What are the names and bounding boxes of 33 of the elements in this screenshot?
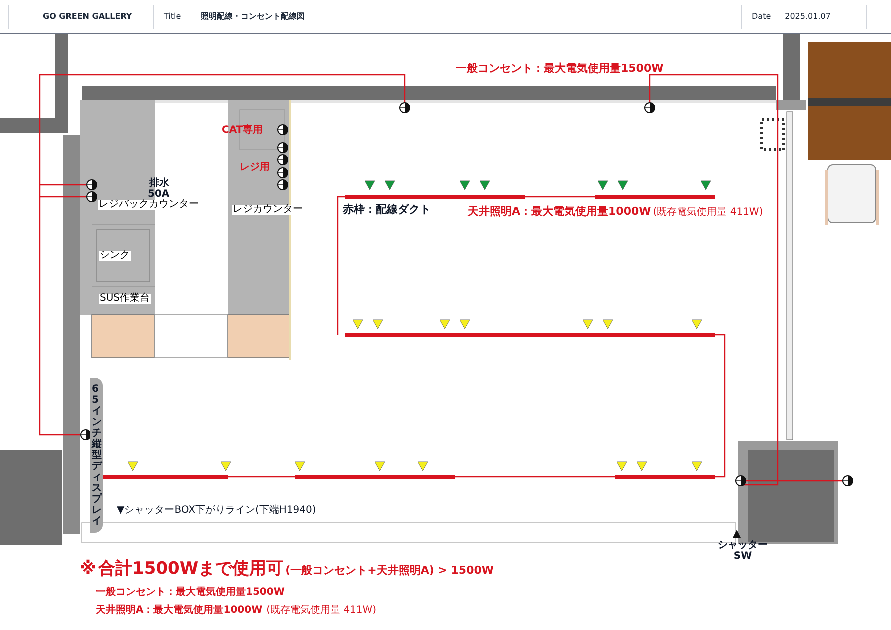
outlet-icon [736, 476, 746, 486]
display-panel: 65インチ縦型ディスプレイ [90, 378, 103, 533]
note-mark: ※ [80, 558, 97, 581]
total-limit-formula: (一般コンセント+天井照明A) > 1500W [286, 563, 494, 579]
capacity-line: 天井照明A：最大電気使用量1000W [96, 604, 263, 618]
lighting-capacity-note: 天井照明A：最大電気使用量1000W [468, 206, 652, 217]
outlet-icon [400, 102, 410, 114]
existing-usage-note: (既存電気使用量 411W) [653, 208, 764, 218]
shutter-arrow-icon [733, 530, 741, 538]
wall-segment [0, 118, 68, 133]
sink-label: シンク [99, 251, 131, 261]
work-table-label: SUS作業台 [99, 294, 152, 304]
capacity-line: 一般コンセント：最大電気使用量1500W [96, 586, 285, 600]
date-value: 2025.01.07 [785, 10, 831, 22]
outlet-capacity-note: 一般コンセント：最大電気使用量1500W [456, 63, 664, 74]
existing-usage-note: (既存電気使用量 411W) [266, 604, 377, 618]
title-label: Title [164, 10, 182, 22]
duct-legend: 赤枠：配線ダクト [343, 204, 431, 215]
outlet-icon [644, 102, 656, 114]
chair-drawing [825, 164, 879, 225]
drawing-title: 照明配線・コンセント配線図 [201, 10, 306, 22]
drain-label: 排水 50A [148, 178, 170, 200]
company-name: GO GREEN GALLERY [43, 10, 132, 22]
date-label: Date [752, 10, 772, 22]
register-counter-label: レジカウンター [232, 205, 304, 215]
cat-outlet-label: CAT専用 [222, 126, 264, 136]
back-counter-label: レジバックカウンター [98, 200, 200, 210]
shutter-switch-label: シャッター SW [718, 540, 768, 562]
shutter-line-note: ▼シャッターBOX下がりライン(下端H1940) [117, 506, 316, 516]
total-limit-headline: 合計1500Wまで使用可 [98, 558, 284, 581]
outlet-icon [842, 476, 854, 486]
register-outlet-label: レジ用 [240, 163, 270, 173]
coil-drawing [760, 118, 786, 152]
